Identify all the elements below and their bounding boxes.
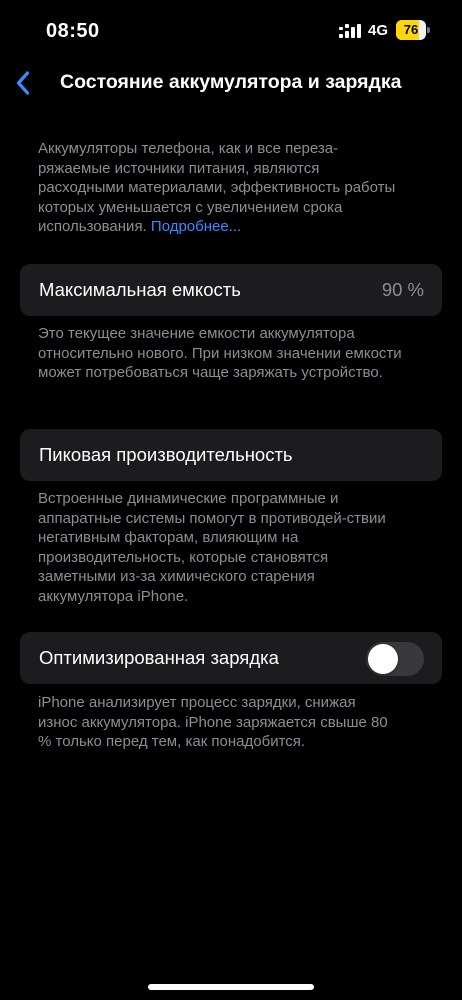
intro-text: Аккумуляторы телефона, как и все переза-…: [38, 139, 400, 237]
peak-performance-label: Пиковая производительность: [39, 444, 293, 465]
learn-more-link[interactable]: Подробнее...: [151, 218, 241, 235]
peak-performance-footer: Встроенные динамические программные и ап…: [38, 490, 386, 605]
max-capacity-label: Максимальная емкость: [39, 279, 241, 300]
battery-level: 76: [403, 22, 419, 37]
page-title: Состояние аккумулятора и зарядка: [60, 71, 402, 93]
home-indicator[interactable]: [148, 984, 314, 990]
back-button[interactable]: [6, 66, 40, 100]
optimized-charging-label: Оптимизированная зарядка: [39, 647, 279, 668]
status-bar: 08:50 4G 76: [0, 0, 462, 60]
peak-performance-row: Пиковая производительность: [20, 429, 442, 481]
max-capacity-row: Максимальная емкость 90 %: [20, 264, 442, 316]
cellular-signal-icon: [339, 24, 361, 38]
toggle-knob: [368, 644, 398, 674]
optimized-charging-row: Оптимизированная зарядка: [20, 632, 442, 684]
battery-icon: 76: [396, 20, 430, 40]
max-capacity-footer: Это текущее значение емкости аккумулятор…: [38, 325, 402, 381]
max-capacity-value: 90 %: [381, 279, 424, 300]
optimized-charging-footer: iPhone анализирует процесс зарядки, сниж…: [38, 694, 388, 750]
chevron-left-icon: [16, 71, 30, 95]
optimized-charging-toggle[interactable]: [366, 642, 424, 676]
status-time: 08:50: [46, 20, 100, 42]
network-type: 4G: [368, 22, 389, 39]
